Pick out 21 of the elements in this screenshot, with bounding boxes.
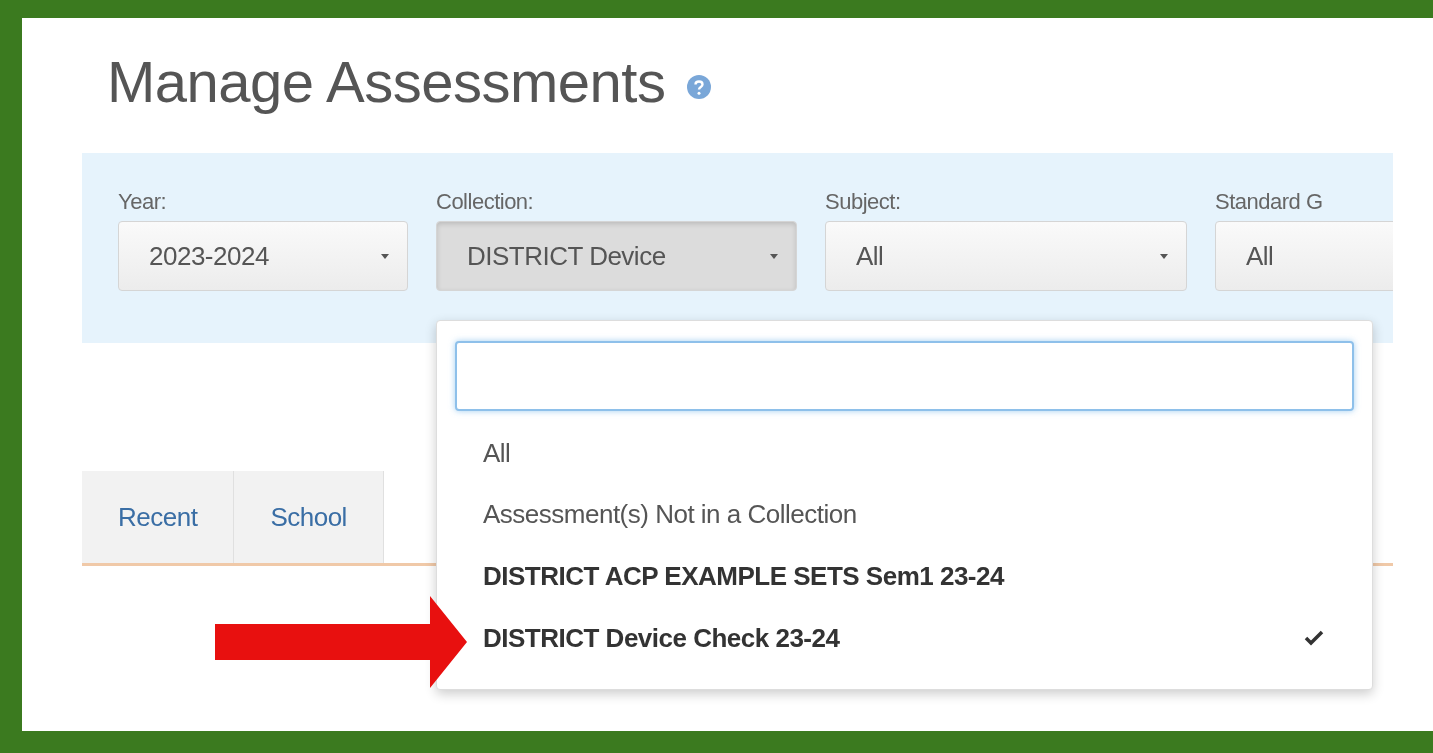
arrow-icon <box>215 596 467 688</box>
filter-select[interactable]: 2023-2024 <box>118 221 408 291</box>
filter-label: Standard G <box>1215 189 1324 215</box>
dropdown-option[interactable]: Assessment(s) Not in a Collection <box>455 484 1354 546</box>
dropdown-option[interactable]: All <box>455 422 1354 485</box>
dropdown-option[interactable]: DISTRICT Device Check 23-24 <box>455 607 1354 669</box>
search-field[interactable] <box>455 341 1354 411</box>
page-title: Manage Assessments <box>107 48 666 115</box>
filter-select[interactable]: All <box>1215 221 1393 291</box>
filter-select[interactable]: All <box>825 221 1187 291</box>
caret-icon <box>381 253 389 259</box>
dropdown-option[interactable]: DISTRICT ACP EXAMPLE SETS Sem1 23-24 <box>455 545 1354 608</box>
caret-icon <box>1160 253 1168 259</box>
filter-label: Subject: <box>825 189 902 215</box>
filter-label: Year: <box>118 189 168 215</box>
filter-select[interactable]: DISTRICT Device <box>436 221 797 291</box>
caret-icon <box>770 253 778 259</box>
filter-label: Collection: <box>436 189 535 215</box>
tab[interactable]: School <box>234 471 384 563</box>
help-icon[interactable] <box>687 74 712 99</box>
tab[interactable]: Recent <box>82 471 235 563</box>
